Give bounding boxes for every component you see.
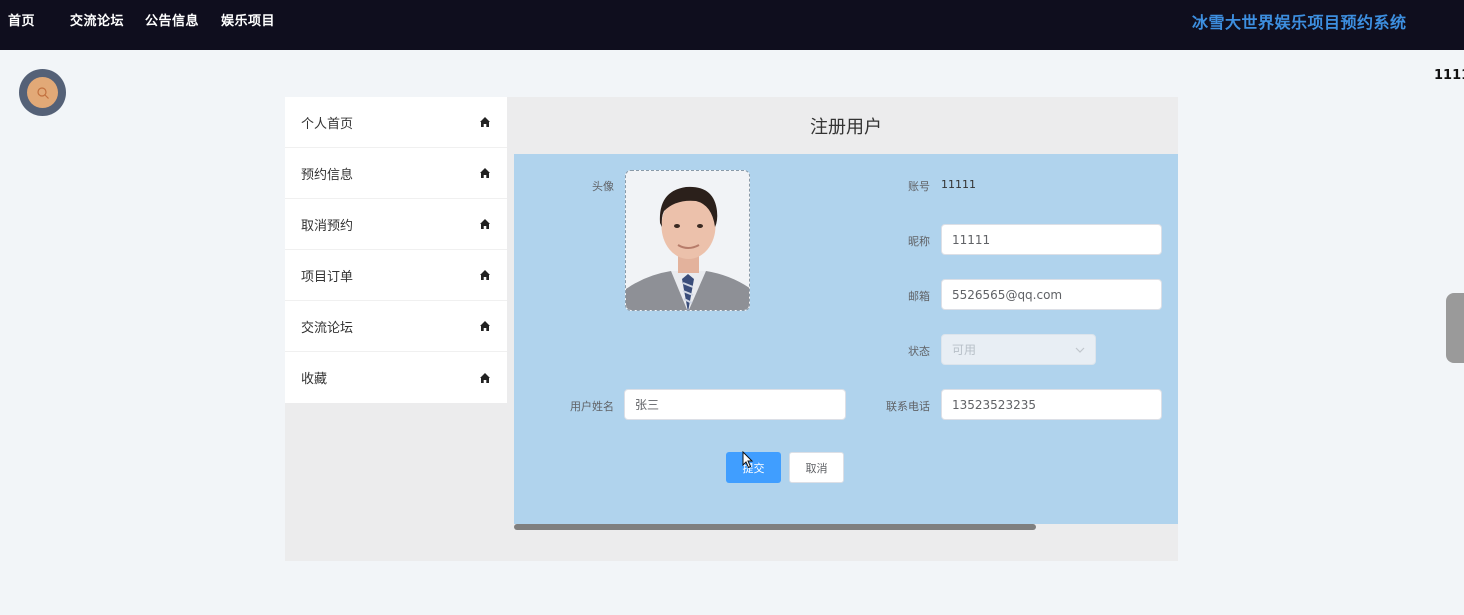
- sidebar-item-project-orders[interactable]: 项目订单: [285, 250, 507, 301]
- side-drawer-tab[interactable]: [1446, 293, 1464, 363]
- horizontal-scrollbar[interactable]: [514, 524, 1036, 530]
- home-icon: [480, 270, 490, 280]
- page-title: 注册用户: [810, 116, 882, 138]
- chevron-down-icon: [1075, 347, 1085, 353]
- avatar-label: 头像: [592, 180, 614, 193]
- sidebar-item-label: 取消预约: [301, 218, 354, 234]
- sidebar-item-favorites[interactable]: 收藏: [285, 352, 507, 403]
- username-input[interactable]: 张三: [624, 389, 846, 420]
- sidebar-item-personal-home[interactable]: 个人首页: [285, 97, 507, 148]
- home-icon: [480, 168, 490, 178]
- status-select: 可用: [941, 334, 1096, 365]
- search-icon: [27, 77, 58, 108]
- sidebar-item-cancel-reservation[interactable]: 取消预约: [285, 199, 507, 250]
- sidebar-item-label: 项目订单: [301, 269, 354, 285]
- current-username[interactable]: 11111: [1434, 68, 1464, 83]
- sidebar-item-forum[interactable]: 交流论坛: [285, 301, 507, 352]
- username-label: 用户姓名: [570, 400, 614, 413]
- avatar-upload[interactable]: [625, 170, 750, 311]
- registration-form: 头像 账号 11111 昵称 11111 邮箱 5526565@qq.com 状…: [514, 154, 1178, 524]
- nickname-label: 昵称: [908, 235, 930, 248]
- search-button[interactable]: [19, 69, 66, 116]
- nickname-input[interactable]: 11111: [941, 224, 1162, 255]
- nav-announcements[interactable]: 公告信息: [145, 10, 199, 29]
- sidebar-menu: 个人首页 预约信息 取消预约 项目订单 交流论坛 收藏: [285, 97, 507, 403]
- phone-label: 联系电话: [886, 400, 930, 413]
- home-icon: [480, 321, 490, 331]
- email-label: 邮箱: [908, 290, 930, 303]
- home-icon: [480, 219, 490, 229]
- nav-home[interactable]: 首页: [8, 10, 35, 29]
- mouse-cursor-icon: [742, 451, 754, 469]
- site-brand-title: 冰雪大世界娱乐项目预约系统: [1192, 13, 1407, 32]
- sidebar-item-label: 个人首页: [301, 116, 354, 132]
- email-input[interactable]: 5526565@qq.com: [941, 279, 1162, 310]
- main-container: 个人首页 预约信息 取消预约 项目订单 交流论坛 收藏 注册用户 头像 账号 1…: [285, 97, 1178, 561]
- account-label: 账号: [908, 180, 930, 193]
- home-icon: [480, 372, 490, 383]
- home-icon: [480, 117, 490, 127]
- sidebar-item-label: 预约信息: [301, 167, 354, 183]
- top-nav-bar: 首页 交流论坛 公告信息 娱乐项目 冰雪大世界娱乐项目预约系统: [0, 0, 1464, 50]
- phone-input[interactable]: 13523523235: [941, 389, 1162, 420]
- sidebar-item-label: 交流论坛: [301, 320, 354, 336]
- nav-entertainment-projects[interactable]: 娱乐项目: [221, 10, 275, 29]
- cancel-button[interactable]: 取消: [789, 452, 844, 483]
- account-value: 11111: [941, 178, 976, 191]
- status-select-value: 可用: [952, 343, 977, 357]
- status-label: 状态: [908, 345, 930, 358]
- sidebar-item-reservations[interactable]: 预约信息: [285, 148, 507, 199]
- avatar-photo: [626, 171, 749, 310]
- sidebar-item-label: 收藏: [301, 372, 328, 387]
- nav-forum[interactable]: 交流论坛: [70, 10, 124, 29]
